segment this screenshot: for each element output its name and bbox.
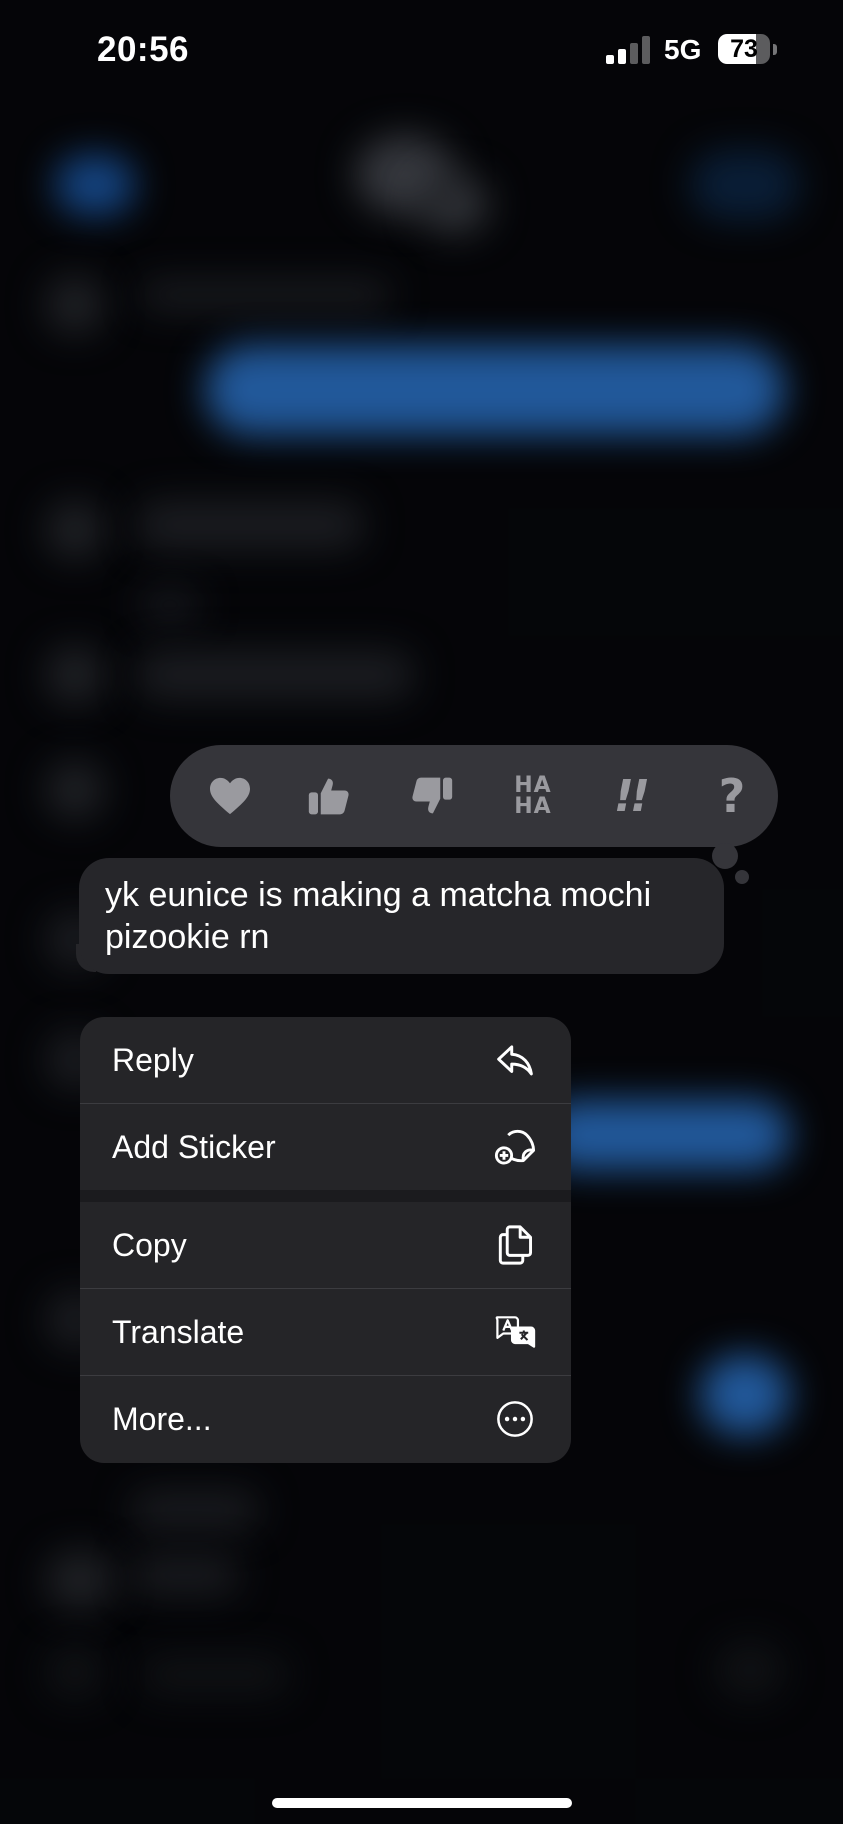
- thumbs-down-icon: [412, 777, 453, 814]
- menu-item-label: Reply: [112, 1041, 194, 1078]
- menu-item-label: More...: [112, 1400, 212, 1437]
- heart-reaction[interactable]: [200, 766, 260, 826]
- message-context-menu: Reply Add Sticker Copy Translate More...: [80, 1017, 571, 1463]
- thumbs-up-reaction[interactable]: [299, 766, 359, 826]
- question-reaction[interactable]: ?: [702, 766, 762, 826]
- menu-group-separator: [80, 1190, 571, 1202]
- menu-item-translate[interactable]: Translate: [80, 1289, 571, 1375]
- status-time: 20:56: [97, 30, 190, 69]
- menu-item-copy[interactable]: Copy: [80, 1202, 571, 1288]
- signal-strength-icon: [606, 36, 652, 64]
- menu-item-label: Copy: [112, 1226, 187, 1263]
- copy-icon: [493, 1223, 537, 1267]
- exclamation-icon: !!: [613, 770, 650, 822]
- menu-item-label: Add Sticker: [112, 1128, 276, 1165]
- selected-message-bubble[interactable]: yk eunice is making a matcha mochi pizoo…: [79, 858, 724, 974]
- battery-tip: [773, 44, 777, 55]
- more-ellipsis-icon: [493, 1397, 537, 1441]
- battery-icon: 73: [718, 34, 770, 64]
- tapback-bar: HA HA !! ?: [170, 745, 778, 847]
- add-sticker-icon: [493, 1125, 537, 1169]
- tapback-bubble-dot-small: [735, 870, 749, 884]
- heart-icon: [210, 777, 250, 815]
- menu-item-reply[interactable]: Reply: [80, 1017, 571, 1103]
- haha-icon: HA HA: [514, 773, 552, 819]
- home-indicator[interactable]: [272, 1798, 572, 1808]
- menu-item-label: Translate: [112, 1313, 245, 1350]
- message-text: yk eunice is making a matcha mochi pizoo…: [105, 876, 652, 956]
- reply-arrow-icon: [493, 1038, 537, 1082]
- tapback-bubble-dot: [712, 843, 738, 869]
- menu-item-more[interactable]: More...: [80, 1376, 571, 1462]
- thumbs-up-icon: [308, 778, 349, 815]
- translate-icon: [493, 1310, 537, 1354]
- network-type: 5G: [664, 34, 702, 65]
- battery-level: 73: [730, 35, 758, 63]
- exclamation-reaction[interactable]: !!: [600, 766, 660, 826]
- menu-item-add-sticker[interactable]: Add Sticker: [80, 1104, 571, 1190]
- haha-reaction[interactable]: HA HA: [503, 766, 563, 826]
- question-icon: ?: [718, 769, 746, 823]
- thumbs-down-reaction[interactable]: [402, 766, 462, 826]
